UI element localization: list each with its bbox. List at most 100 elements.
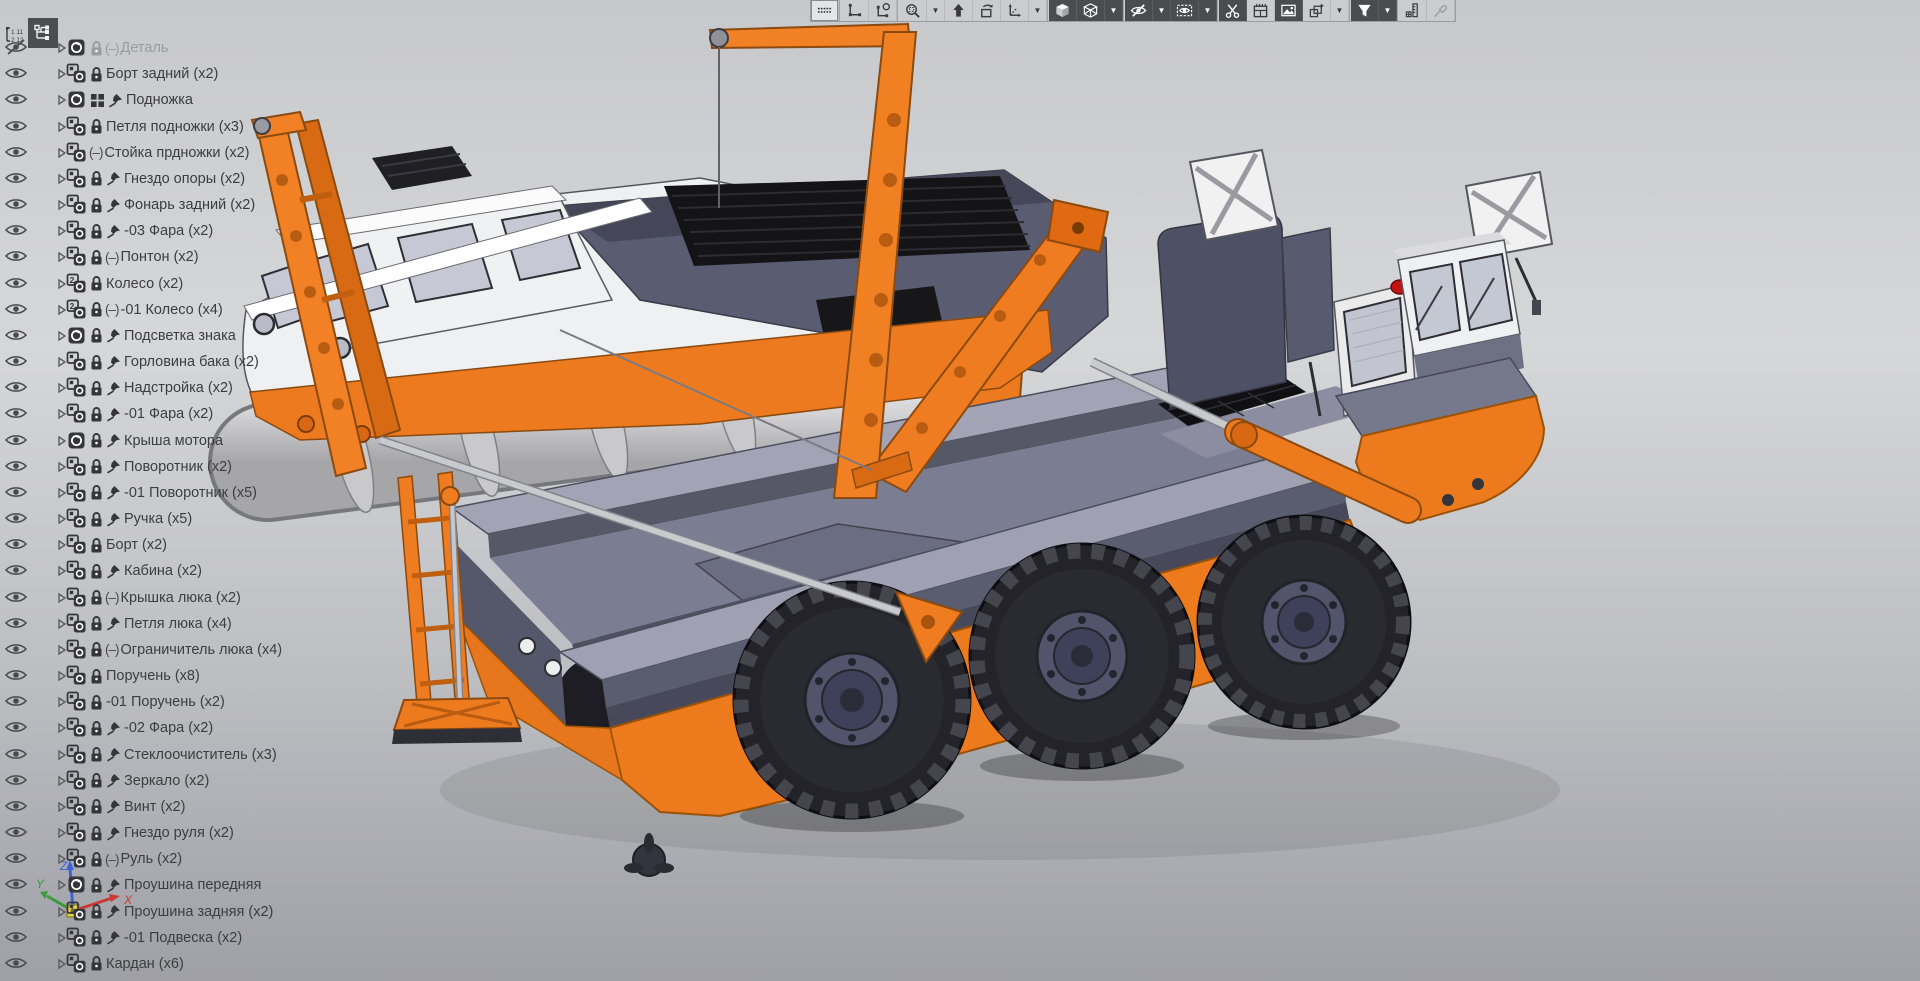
zoom-area-button[interactable] xyxy=(899,0,927,21)
visibility-eye-icon[interactable] xyxy=(5,458,27,475)
expand-arrow-icon[interactable] xyxy=(58,279,66,289)
visibility-eye-icon[interactable] xyxy=(5,903,27,920)
tree-item-label[interactable]: Петля подножки (x3) xyxy=(106,119,244,135)
tree-item-label[interactable]: -01 Подвеска (x2) xyxy=(124,930,242,946)
axes-orientation-button[interactable] xyxy=(1001,0,1029,21)
expand-arrow-icon[interactable] xyxy=(58,488,66,498)
tree-row[interactable]: (–)Ограничитель люка (x4) xyxy=(0,637,330,663)
axes-orientation-button-dropdown[interactable]: ▼ xyxy=(1029,0,1047,21)
visibility-eye-icon[interactable] xyxy=(5,876,27,893)
tree-row[interactable]: Подножка xyxy=(0,87,330,113)
tree-item-label[interactable]: Борт (x2) xyxy=(106,537,167,553)
zoom-area-button-dropdown[interactable]: ▼ xyxy=(927,0,945,21)
tree-row[interactable]: Кардан (x6) xyxy=(0,951,330,977)
tree-row[interactable]: Поручень (x8) xyxy=(0,663,330,689)
shaded-display-button[interactable] xyxy=(1049,0,1077,21)
expand-arrow-icon[interactable] xyxy=(58,619,66,629)
expand-arrow-icon[interactable] xyxy=(58,95,66,105)
expand-arrow-icon[interactable] xyxy=(58,383,66,393)
expand-arrow-icon[interactable] xyxy=(58,802,66,812)
tree-item-label[interactable]: -01 Фара (x2) xyxy=(124,406,213,422)
expand-arrow-icon[interactable] xyxy=(58,69,66,79)
visibility-eye-icon[interactable] xyxy=(5,693,27,710)
tree-item-label[interactable]: Проушина передняя xyxy=(124,877,261,893)
tree-item-label[interactable]: Стеклоочиститель (x3) xyxy=(124,747,277,763)
tree-row[interactable]: Петля подножки (x3) xyxy=(0,114,330,140)
expand-arrow-icon[interactable] xyxy=(58,43,66,53)
expand-arrow-icon[interactable] xyxy=(58,776,66,786)
expand-arrow-icon[interactable] xyxy=(58,122,66,132)
filter-button[interactable] xyxy=(1351,0,1379,21)
wireframe-display-button[interactable] xyxy=(1077,0,1105,21)
tree-item-label[interactable]: Руль (x2) xyxy=(121,851,183,867)
expand-arrow-icon[interactable] xyxy=(58,933,66,943)
visibility-eye-icon[interactable] xyxy=(5,275,27,292)
parameters-tab[interactable]: 1 112 12 xyxy=(0,22,26,48)
tree-item-label[interactable]: Гнездо руля (x2) xyxy=(124,825,234,841)
wheel[interactable] xyxy=(970,544,1194,768)
tree-row[interactable]: Гнездо руля (x2) xyxy=(0,820,330,846)
visibility-eye-icon[interactable] xyxy=(5,824,27,841)
hide-objects-button[interactable] xyxy=(1125,0,1153,21)
filter-button-dropdown[interactable]: ▼ xyxy=(1379,0,1397,21)
show-hidden-button-dropdown[interactable]: ▼ xyxy=(1199,0,1217,21)
tree-item-label[interactable]: Проушина задняя (x2) xyxy=(124,904,273,920)
expand-arrow-icon[interactable] xyxy=(58,697,66,707)
expand-arrow-icon[interactable] xyxy=(58,959,66,969)
tree-item-label[interactable]: Кардан (x6) xyxy=(106,956,184,972)
tree-row[interactable]: Надстройка (x2) xyxy=(0,375,330,401)
eyedropper-button[interactable] xyxy=(1427,0,1455,21)
visibility-eye-icon[interactable] xyxy=(5,955,27,972)
tree-item-label[interactable]: Понтон (x2) xyxy=(121,249,199,265)
tree-item-label[interactable]: Подсветка знака xyxy=(124,328,236,344)
tree-item-label[interactable]: -01 Поручень (x2) xyxy=(106,694,225,710)
visibility-eye-icon[interactable] xyxy=(5,562,27,579)
tree-item-label[interactable]: Винт (x2) xyxy=(124,799,185,815)
expand-arrow-icon[interactable] xyxy=(58,436,66,446)
visibility-eye-icon[interactable] xyxy=(5,615,27,632)
panel-tabs[interactable]: 1 112 12 xyxy=(0,18,58,48)
visibility-eye-icon[interactable] xyxy=(5,196,27,213)
expand-arrow-icon[interactable] xyxy=(58,200,66,210)
tree-item-label[interactable]: Поворотник (x2) xyxy=(124,459,232,475)
tree-item-label[interactable]: Зеркало (x2) xyxy=(124,773,209,789)
tree-row[interactable]: -01 Поворотник (x5) xyxy=(0,480,330,506)
tree-item-label[interactable]: -03 Фара (x2) xyxy=(124,223,213,239)
tree-tab[interactable] xyxy=(28,18,58,48)
visibility-eye-icon[interactable] xyxy=(5,353,27,370)
visibility-eye-icon[interactable] xyxy=(5,91,27,108)
visibility-eye-icon[interactable] xyxy=(5,118,27,135)
visibility-eye-icon[interactable] xyxy=(5,222,27,239)
tree-row[interactable]: Ручка (x5) xyxy=(0,506,330,532)
tree-item-label[interactable]: Фонарь задний (x2) xyxy=(124,197,255,213)
visibility-eye-icon[interactable] xyxy=(5,405,27,422)
expand-arrow-icon[interactable] xyxy=(58,331,66,341)
tree-item-label[interactable]: Поручень (x8) xyxy=(106,668,200,684)
expand-arrow-icon[interactable] xyxy=(58,409,66,419)
visibility-eye-icon[interactable] xyxy=(5,379,27,396)
tree-row[interactable]: -01 Поручень (x2) xyxy=(0,689,330,715)
tree-row[interactable]: (–)Стойка прдножки (x2) xyxy=(0,140,330,166)
expand-arrow-icon[interactable] xyxy=(58,671,66,681)
visibility-eye-icon[interactable] xyxy=(5,484,27,501)
visibility-eye-icon[interactable] xyxy=(5,301,27,318)
visibility-eye-icon[interactable] xyxy=(5,929,27,946)
tree-row[interactable]: Стеклоочиститель (x3) xyxy=(0,742,330,768)
tree-item-label[interactable]: Ручка (x5) xyxy=(124,511,192,527)
tree-item-label[interactable]: Кабина (x2) xyxy=(124,563,202,579)
snap-grid-button[interactable] xyxy=(811,0,839,21)
sketch-button[interactable] xyxy=(841,0,869,21)
tree-row[interactable]: Горловина бака (x2) xyxy=(0,349,330,375)
view-toolbar[interactable]: ▼▼▼▼▼▼▼ xyxy=(810,0,1456,22)
wireframe-display-button-dropdown[interactable]: ▼ xyxy=(1105,0,1123,21)
tree-item-label[interactable]: Подножка xyxy=(126,92,193,108)
expand-arrow-icon[interactable] xyxy=(58,593,66,603)
expand-arrow-icon[interactable] xyxy=(58,357,66,367)
tree-item-label[interactable]: Крышка люка (x2) xyxy=(121,590,241,606)
visibility-eye-icon[interactable] xyxy=(5,667,27,684)
tree-row[interactable]: (–)Руль (x2) xyxy=(0,846,330,872)
tree-item-label[interactable]: Гнездо опоры (x2) xyxy=(124,171,245,187)
tree-row[interactable]: Винт (x2) xyxy=(0,794,330,820)
expand-arrow-icon[interactable] xyxy=(58,828,66,838)
3d-viewport[interactable]: Z X Y (–)ДетальБорт задний (x2)ПодножкаП… xyxy=(0,0,1920,981)
